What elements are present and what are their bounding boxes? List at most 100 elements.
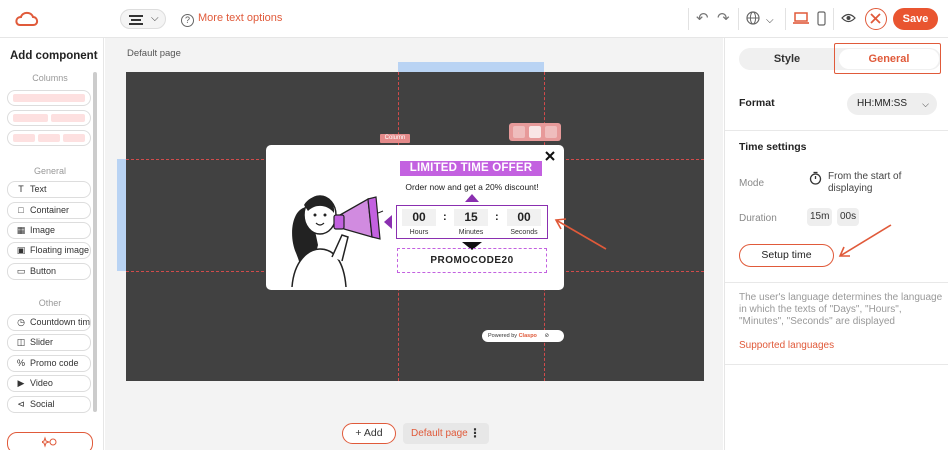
chevron-down-icon: ⌵ (922, 99, 929, 109)
text-align-dropdown[interactable]: ⌵ (120, 9, 166, 29)
timer-seconds-label: Seconds (510, 229, 538, 236)
supported-languages-link[interactable]: Supported languages (739, 340, 834, 351)
countdown-timer[interactable]: 00 : 15 : 00 Hours Minutes Seconds (396, 205, 548, 239)
setup-time-button[interactable]: Setup time (739, 244, 834, 267)
more-text-options-link[interactable]: ? More text options (181, 12, 282, 27)
component-social[interactable]: ⊲ Social (7, 396, 91, 413)
settings-panel: Style General Format HH:MM:SS ⌵ Time set… (724, 38, 948, 450)
component-countdown-timer[interactable]: ◷Countdown timer (7, 314, 91, 331)
general-section-label: General (33, 166, 67, 176)
image-icon: ▦ (16, 225, 26, 235)
duration-seconds[interactable]: 00s (837, 208, 860, 226)
component-container[interactable]: □ Container (7, 202, 91, 219)
timer-hours-label: Hours (409, 229, 429, 236)
top-bar: ⌵ ? More text options ↶ ↷ ⌵ Save (0, 0, 948, 38)
align-center-icon[interactable] (529, 126, 541, 138)
plus-icon: + (355, 427, 362, 439)
add-page-button[interactable]: + Add (342, 423, 396, 444)
offer-title[interactable]: LIMITED TIME OFFER (400, 161, 542, 176)
editor-canvas: Default page Column LIMITED TIME OFFER O… (105, 38, 723, 450)
resize-handle-top[interactable] (398, 62, 544, 72)
more-options-icon[interactable]: ⋮ (469, 423, 481, 444)
format-label: Format (739, 97, 775, 109)
page-selector[interactable]: Default page ⋮ (403, 423, 489, 444)
move-left-arrow-icon[interactable] (384, 215, 392, 229)
divider (833, 8, 834, 30)
component-text[interactable]: T Text (7, 181, 91, 198)
align-left-icon[interactable] (513, 126, 525, 138)
move-up-arrow-icon[interactable] (465, 194, 479, 202)
one-column-item[interactable] (7, 90, 91, 106)
close-editor-button[interactable] (865, 8, 887, 30)
timer-hours: 00 (402, 209, 436, 226)
button-icon: ▭ (16, 266, 26, 276)
globe-icon[interactable] (746, 11, 760, 25)
mode-value[interactable]: From the start of displaying (828, 171, 940, 195)
chevron-down-icon: ⌵ (151, 13, 159, 24)
save-button[interactable]: Save (893, 8, 938, 30)
duration-label: Duration (739, 213, 777, 224)
other-section-label: Other (38, 298, 62, 308)
divider (785, 8, 786, 30)
preview-eye-icon[interactable] (841, 13, 856, 23)
duration-minutes[interactable]: 15m (807, 208, 833, 226)
timer-seconds: 00 (507, 209, 541, 226)
mode-label: Mode (739, 178, 765, 189)
align-right-icon[interactable] (545, 126, 557, 138)
resize-handle-left[interactable] (117, 159, 126, 271)
text-icon: T (18, 184, 24, 194)
divider (725, 282, 948, 283)
percent-icon: % (16, 358, 25, 368)
divider (725, 130, 948, 131)
timer-colon: : (495, 211, 499, 223)
share-icon: ⊲ (17, 399, 25, 409)
add-component-panel: Add component Columns General T Text □ Con… (0, 38, 104, 450)
stopwatch-icon (809, 171, 822, 185)
format-select[interactable]: HH:MM:SS ⌵ (847, 93, 937, 115)
timer-colon: : (443, 211, 447, 223)
align-center-icon (129, 15, 143, 27)
component-image[interactable]: ▦ Image (7, 222, 91, 239)
divider (688, 8, 689, 30)
component-floating-image[interactable]: ▣ Floating image (7, 242, 91, 259)
mobile-view-icon[interactable] (817, 11, 826, 26)
hide-eye-icon[interactable]: ⊘ (544, 333, 549, 339)
component-button[interactable]: ▭ Button (7, 263, 91, 280)
component-promo-code[interactable]: % Promo code (7, 355, 91, 372)
container-icon: □ (18, 205, 24, 215)
close-icon[interactable] (544, 150, 556, 162)
column-toolbar[interactable] (509, 123, 561, 141)
close-icon (870, 13, 881, 24)
widget-stage[interactable]: Column LIMITED TIME OFFER Order now and … (117, 62, 704, 381)
claspo-brand: Claspo (518, 333, 537, 339)
redo-icon[interactable]: ↷ (717, 10, 730, 28)
language-chevron-icon[interactable]: ⌵ (766, 12, 774, 30)
sparkle-icon (42, 436, 57, 448)
claspo-logo-icon[interactable] (14, 8, 40, 30)
play-icon: ▶ (17, 378, 25, 388)
promo-code-box[interactable]: PROMOCODE20 (397, 248, 547, 273)
timer-minutes-label: Minutes (458, 229, 484, 236)
tab-style[interactable]: Style (739, 48, 835, 70)
columns-section-label: Columns (32, 73, 68, 83)
floating-image-icon: ▣ (16, 245, 26, 255)
popup-widget[interactable]: LIMITED TIME OFFER Order now and get a 2… (266, 145, 564, 290)
slider-icon: ◫ (16, 337, 26, 347)
time-settings-label: Time settings (739, 141, 807, 153)
panel-scrollbar[interactable] (93, 72, 97, 412)
page-name-label: Default page (127, 48, 181, 59)
highlight-box (834, 43, 941, 74)
three-column-item[interactable] (7, 130, 91, 146)
undo-icon[interactable]: ↶ (696, 10, 709, 28)
ai-generate-button[interactable] (7, 432, 93, 450)
component-slider[interactable]: ◫ Slider (7, 334, 91, 351)
component-video[interactable]: ▶ Video (7, 375, 91, 392)
two-column-item[interactable] (7, 110, 91, 126)
timer-minutes: 15 (454, 209, 488, 226)
timer-icon: ◷ (17, 317, 25, 327)
help-icon: ? (181, 14, 194, 27)
powered-by-badge: Powered by Claspo ⊘ (482, 330, 564, 342)
divider (725, 364, 948, 365)
offer-subtitle[interactable]: Order now and get a 20% discount! (398, 182, 546, 192)
desktop-view-icon[interactable] (793, 12, 809, 25)
